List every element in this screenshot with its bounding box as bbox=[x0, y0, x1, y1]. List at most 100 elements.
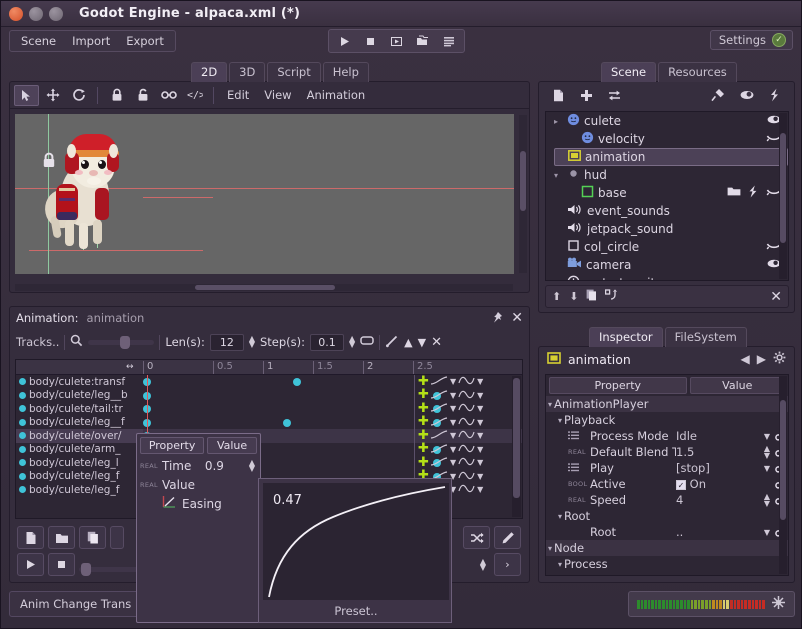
inspector-property-row[interactable]: BOOL Active ✓ On bbox=[546, 476, 788, 492]
key-time-spinner[interactable]: ▲ ▼ bbox=[249, 458, 255, 472]
forward-icon[interactable]: ▶ bbox=[757, 352, 766, 366]
inspector-property-row[interactable]: Play [stop] ▼ bbox=[546, 460, 788, 476]
track-row[interactable]: body/culete/tail:tr bbox=[16, 402, 143, 416]
step-input[interactable]: 0.1 bbox=[310, 333, 345, 351]
loop-wrap-dropdown-icon[interactable]: ▼ bbox=[477, 391, 483, 400]
scroll-thumb[interactable] bbox=[513, 378, 520, 498]
group-icon[interactable] bbox=[156, 85, 181, 106]
scene-tree-node[interactable]: col_circle bbox=[554, 238, 788, 256]
zoom-slider-knob[interactable] bbox=[120, 335, 131, 349]
select-icon[interactable] bbox=[14, 84, 39, 106]
add-key-icon[interactable]: ✚ bbox=[418, 429, 429, 442]
interpolation-curve-icon[interactable] bbox=[430, 456, 448, 469]
scene-tree-node[interactable]: animation bbox=[554, 148, 788, 166]
window-maximize-button[interactable] bbox=[49, 6, 63, 21]
lock-icon[interactable] bbox=[104, 85, 129, 106]
animation-step-spinner[interactable]: ▲ ▼ bbox=[480, 557, 486, 571]
resize-handle-icon[interactable]: ↔ bbox=[126, 362, 134, 372]
expand-arrow-icon[interactable]: ▾ bbox=[548, 400, 552, 409]
track-row[interactable]: body/culete/leg_f bbox=[16, 483, 143, 497]
scene-tree-node[interactable]: base bbox=[568, 184, 788, 202]
move-up-icon[interactable]: ⬆ bbox=[552, 290, 561, 303]
scroll-thumb[interactable] bbox=[195, 285, 335, 290]
inspector-section-row[interactable]: ▾ Node bbox=[546, 540, 788, 556]
length-input[interactable]: 12 bbox=[209, 333, 244, 351]
open-animation-icon[interactable] bbox=[48, 526, 75, 549]
scene-tree-node[interactable]: ▸ culete bbox=[554, 112, 788, 130]
track-row[interactable]: body/culete/over/ bbox=[16, 429, 143, 443]
spinner-icon[interactable]: ▲ ▼ bbox=[760, 493, 774, 508]
interpolation-dropdown-icon[interactable]: ▼ bbox=[450, 404, 456, 413]
gear-icon[interactable] bbox=[773, 351, 786, 367]
loop-wrap-icon[interactable] bbox=[458, 416, 475, 429]
shuffle-icon[interactable] bbox=[463, 526, 490, 549]
viewport-vertical-scrollbar[interactable] bbox=[519, 115, 527, 273]
loop-icon[interactable] bbox=[360, 335, 374, 349]
tracks-menu-button[interactable]: Tracks.. bbox=[16, 335, 59, 349]
loop-wrap-dropdown-icon[interactable]: ▼ bbox=[477, 431, 483, 440]
window-minimize-button[interactable] bbox=[29, 6, 43, 21]
folder-icon[interactable] bbox=[727, 186, 741, 200]
list-icon[interactable] bbox=[436, 32, 461, 50]
tab-scene[interactable]: Scene bbox=[601, 62, 657, 82]
loop-wrap-icon[interactable] bbox=[458, 402, 475, 415]
loop-wrap-icon[interactable] bbox=[458, 443, 475, 456]
inspector-property-row[interactable]: Process Mode Idle ▼ bbox=[546, 428, 788, 444]
new-node-icon[interactable] bbox=[546, 85, 571, 106]
inspector-section-row[interactable]: ▾ Process bbox=[546, 556, 788, 572]
animation-more-icon[interactable] bbox=[110, 526, 124, 549]
reparent-icon[interactable] bbox=[605, 289, 618, 304]
expand-arrow-icon[interactable]: ▾ bbox=[558, 512, 562, 521]
scene-tree-node[interactable]: velocity bbox=[568, 130, 788, 148]
expand-arrow-icon[interactable]: ▾ bbox=[554, 171, 563, 180]
viewport-menu-view[interactable]: View bbox=[257, 86, 298, 104]
property-value[interactable]: 4 bbox=[676, 493, 760, 507]
move-down-icon[interactable]: ⬇ bbox=[569, 290, 578, 303]
animation-stop-icon[interactable] bbox=[48, 553, 75, 576]
inspector-property-row[interactable]: REAL Default Blend Ti 1.5 ▲ ▼ bbox=[546, 444, 788, 460]
script-icon[interactable] bbox=[748, 185, 758, 201]
interpolation-curve-icon[interactable] bbox=[430, 416, 448, 429]
loop-wrap-dropdown-icon[interactable]: ▼ bbox=[477, 458, 483, 467]
tab-help[interactable]: Help bbox=[322, 62, 369, 82]
edit-curve-icon[interactable] bbox=[385, 334, 399, 351]
inspector-scrollbar[interactable] bbox=[779, 376, 787, 574]
script-icon[interactable] bbox=[762, 85, 787, 106]
alpaca-sprite[interactable] bbox=[41, 128, 133, 258]
chevron-down-icon[interactable]: ▼ bbox=[760, 528, 774, 537]
track-row[interactable]: body/culete/leg__f bbox=[16, 416, 143, 430]
interpolation-dropdown-icon[interactable]: ▼ bbox=[450, 458, 456, 467]
interpolation-curve-icon[interactable] bbox=[430, 443, 448, 456]
zoom-slider[interactable] bbox=[88, 335, 155, 349]
canvas-viewport[interactable] bbox=[15, 114, 514, 274]
loop-wrap-dropdown-icon[interactable]: ▼ bbox=[477, 404, 483, 413]
loop-wrap-icon[interactable] bbox=[458, 389, 475, 402]
property-value[interactable]: ✓ On bbox=[676, 477, 760, 491]
next-icon[interactable]: › bbox=[494, 553, 521, 576]
tab-inspector[interactable]: Inspector bbox=[589, 327, 663, 347]
connect-icon[interactable] bbox=[706, 85, 731, 106]
viewport-horizontal-scrollbar[interactable] bbox=[15, 284, 513, 291]
track-row[interactable]: body/culete/arm_ bbox=[16, 443, 143, 457]
ungroup-icon[interactable]: </> bbox=[182, 85, 207, 106]
inspector-section-row[interactable]: ▾ AnimationPlayer bbox=[546, 396, 788, 412]
interpolation-curve-icon[interactable] bbox=[430, 389, 448, 402]
chevron-down-icon[interactable]: ▼ bbox=[760, 464, 774, 473]
interpolation-dropdown-icon[interactable]: ▼ bbox=[450, 445, 456, 454]
tab-filesystem[interactable]: FileSystem bbox=[664, 327, 747, 347]
remove-track-icon[interactable]: ✕ bbox=[431, 335, 442, 350]
scene-tree-node[interactable]: ▾ hud bbox=[554, 166, 788, 184]
expand-arrow-icon[interactable]: ▾ bbox=[558, 560, 562, 569]
track-vertical-scrollbar[interactable] bbox=[512, 376, 521, 517]
chevron-down-icon[interactable]: ▼ bbox=[760, 432, 774, 441]
add-key-icon[interactable]: ✚ bbox=[418, 388, 429, 401]
tab-script[interactable]: Script bbox=[267, 62, 321, 82]
loop-wrap-dropdown-icon[interactable]: ▼ bbox=[477, 418, 483, 427]
add-key-icon[interactable]: ✚ bbox=[418, 442, 429, 455]
window-close-button[interactable] bbox=[9, 6, 23, 21]
property-value[interactable]: .. bbox=[676, 525, 760, 539]
checkbox-icon[interactable]: ✓ bbox=[676, 480, 686, 490]
menu-item-scene[interactable]: Scene bbox=[14, 33, 63, 49]
loop-wrap-dropdown-icon[interactable]: ▼ bbox=[477, 377, 483, 386]
replace-node-icon[interactable] bbox=[602, 85, 627, 106]
